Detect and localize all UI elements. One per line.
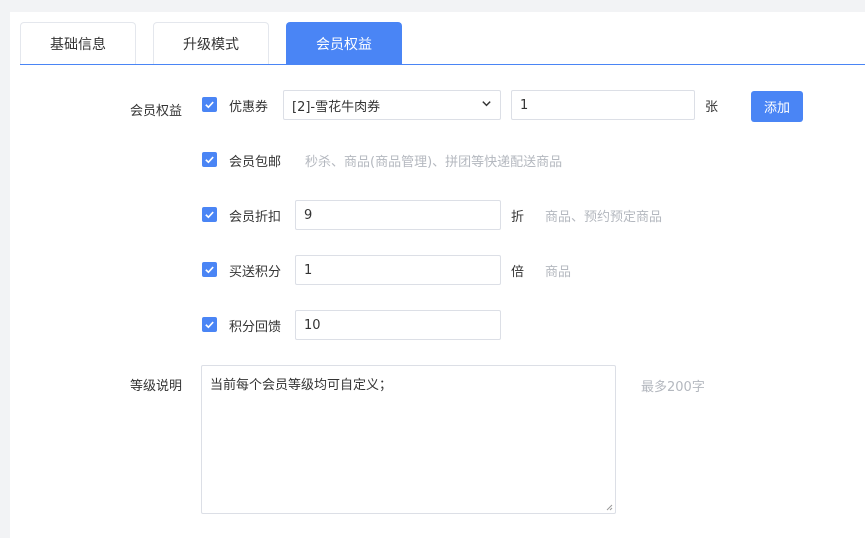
tab-upgrade-mode-label: 升级模式 bbox=[183, 36, 239, 53]
bonus-points-unit: 倍 bbox=[511, 265, 525, 280]
free-shipping-label: 会员包邮 bbox=[229, 155, 282, 170]
level-description-text: 当前每个会员等级均可自定义； bbox=[210, 378, 393, 393]
free-shipping-hint: 秒杀、商品(商品管理)、拼团等快递配送商品 bbox=[305, 155, 563, 170]
bonus-points-hint: 商品 bbox=[545, 265, 572, 280]
chevron-down-icon bbox=[481, 98, 492, 112]
checkmark-icon bbox=[205, 321, 214, 329]
level-description-label: 等级说明 bbox=[129, 379, 182, 394]
checkmark-icon bbox=[205, 101, 214, 109]
discount-input[interactable]: 9 bbox=[295, 200, 501, 230]
checkmark-icon bbox=[205, 211, 214, 219]
coupon-select[interactable]: [2]-雪花牛肉券 bbox=[283, 90, 501, 120]
discount-hint: 商品、预约预定商品 bbox=[545, 210, 663, 225]
discount-label: 会员折扣 bbox=[229, 210, 282, 225]
bonus-points-label: 买送积分 bbox=[229, 265, 282, 280]
checkmark-icon bbox=[205, 156, 214, 164]
points-reward-checkbox[interactable] bbox=[202, 317, 217, 332]
level-description-textarea[interactable]: 当前每个会员等级均可自定义； bbox=[201, 365, 616, 514]
points-reward-input[interactable]: 10 bbox=[295, 310, 501, 340]
checkmark-icon bbox=[205, 266, 214, 274]
resize-handle-icon[interactable] bbox=[605, 503, 613, 511]
points-reward-label: 积分回馈 bbox=[229, 320, 282, 335]
coupon-checkbox[interactable] bbox=[202, 97, 217, 112]
level-description-hint: 最多200字 bbox=[641, 380, 705, 395]
tab-basic-info-label: 基础信息 bbox=[50, 36, 106, 53]
coupon-quantity-input[interactable]: 1 bbox=[511, 90, 695, 120]
tab-basic-info[interactable]: 基础信息 bbox=[20, 22, 136, 64]
member-benefits-label: 会员权益 bbox=[129, 104, 182, 119]
discount-unit: 折 bbox=[511, 210, 525, 225]
bonus-points-checkbox[interactable] bbox=[202, 262, 217, 277]
tab-member-benefits-label: 会员权益 bbox=[316, 36, 372, 53]
coupon-unit: 张 bbox=[705, 100, 719, 115]
bonus-points-input[interactable]: 1 bbox=[295, 255, 501, 285]
discount-checkbox[interactable] bbox=[202, 207, 217, 222]
add-coupon-button[interactable]: 添加 bbox=[751, 91, 803, 122]
tab-bar: 基础信息 升级模式 会员权益 bbox=[20, 22, 865, 65]
tab-member-benefits[interactable]: 会员权益 bbox=[286, 22, 402, 64]
member-level-form-panel: 基础信息 升级模式 会员权益 会员权益 优惠券 [2]-雪花牛肉券 1 张 添加… bbox=[10, 12, 865, 538]
free-shipping-checkbox[interactable] bbox=[202, 152, 217, 167]
coupon-label: 优惠券 bbox=[229, 100, 269, 115]
coupon-select-value: [2]-雪花牛肉券 bbox=[292, 99, 381, 115]
tab-upgrade-mode[interactable]: 升级模式 bbox=[153, 22, 269, 64]
